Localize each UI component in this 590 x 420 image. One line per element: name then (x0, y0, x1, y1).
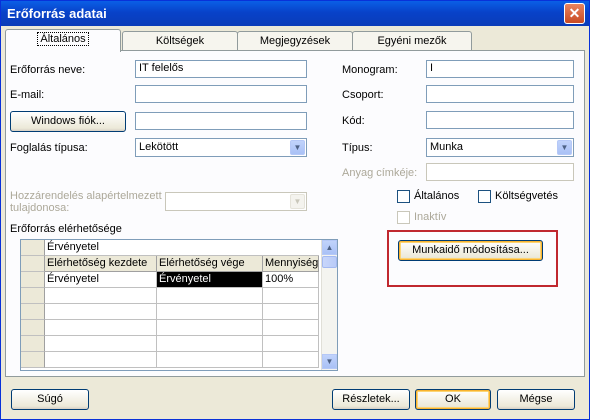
type-label: Típus: (342, 142, 373, 154)
row-header[interactable] (21, 352, 45, 368)
grid-edit-bar[interactable]: Érvényetel (45, 240, 319, 256)
column-header-quantity[interactable]: Mennyiség (263, 256, 319, 272)
tab-notes[interactable]: Megjegyzések (237, 31, 353, 51)
inactive-checkbox[interactable] (397, 211, 410, 224)
column-header-end[interactable]: Elérhetőség vége (157, 256, 263, 272)
window-title: Erőforrás adatai (7, 6, 107, 21)
chevron-down-icon: ▼ (290, 194, 305, 209)
row-header[interactable] (21, 304, 45, 320)
tab-custom-fields-label: Egyéni mezők (377, 35, 447, 47)
grid-cell[interactable] (263, 320, 319, 336)
chevron-down-icon: ▼ (557, 140, 572, 155)
grid-scrollbar[interactable]: ▲ ▼ (321, 240, 337, 370)
grid-cell[interactable] (45, 304, 157, 320)
windows-account-input[interactable] (135, 112, 307, 130)
generic-checkbox[interactable] (397, 190, 410, 203)
tab-costs-label: Költségek (155, 35, 205, 47)
tab-general-label: Általános (37, 32, 89, 46)
cancel-button[interactable]: Mégse (497, 389, 575, 410)
grid-cell[interactable] (157, 304, 263, 320)
grid-cell[interactable] (157, 288, 263, 304)
type-value: Munka (430, 141, 464, 153)
resource-availability-label: Erőforrás elérhetősége (10, 223, 122, 235)
windows-account-button[interactable]: Windows fiók... (10, 111, 126, 132)
booking-type-select[interactable]: Lekötött ▼ (135, 138, 307, 157)
resource-info-dialog: Erőforrás adatai ✕ Általános Költségek M… (0, 0, 590, 420)
budget-label: Költségvetés (495, 190, 558, 202)
assignment-owner-select[interactable]: ▼ (165, 192, 307, 211)
availability-grid: Érvényetel Elérhetőség kezdete Elérhetős… (20, 239, 338, 371)
email-label: E-mail: (10, 89, 45, 101)
ok-button[interactable]: OK (415, 389, 491, 410)
grid-cell[interactable] (157, 352, 263, 368)
grid-cell[interactable] (157, 320, 263, 336)
material-label: Anyag címkéje: (342, 167, 418, 179)
grid-cell[interactable] (45, 288, 157, 304)
change-working-time-button[interactable]: Munkaidő módosítása... (398, 240, 543, 261)
initials-label: Monogram: (342, 64, 398, 76)
booking-type-value: Lekötött (139, 141, 179, 153)
code-label: Kód: (342, 115, 365, 127)
resource-name-label: Erőforrás neve: (10, 64, 86, 76)
assignment-owner-label-line1: Hozzárendelés alapértelmezett (10, 190, 162, 202)
type-select[interactable]: Munka ▼ (426, 138, 574, 157)
group-label: Csoport: (342, 89, 384, 101)
chevron-down-icon: ▼ (290, 140, 305, 155)
close-button[interactable]: ✕ (564, 3, 585, 24)
title-bar: Erőforrás adatai ✕ (1, 1, 589, 26)
grid-cell[interactable] (263, 288, 319, 304)
tab-general[interactable]: Általános (5, 29, 121, 52)
assignment-owner-label-line2: tulajdonosa: (10, 202, 70, 214)
grid-cell[interactable] (263, 336, 319, 352)
material-input[interactable] (426, 163, 574, 181)
scroll-down-icon[interactable]: ▼ (322, 354, 337, 369)
cell-end[interactable]: Érvényetel (157, 272, 263, 288)
tab-costs[interactable]: Költségek (122, 31, 238, 51)
grid-cell[interactable] (45, 320, 157, 336)
grid-cell[interactable] (157, 336, 263, 352)
initials-input[interactable]: I (426, 60, 574, 78)
grid-cell[interactable] (45, 336, 157, 352)
tab-custom-fields[interactable]: Egyéni mezők (352, 31, 472, 51)
column-header-start[interactable]: Elérhetőség kezdete (45, 256, 157, 272)
scroll-thumb[interactable] (322, 256, 337, 268)
grid-header-rowhead (21, 256, 45, 272)
cell-quantity[interactable]: 100% (263, 272, 319, 288)
row-header[interactable] (21, 272, 45, 288)
grid-cell[interactable] (263, 352, 319, 368)
details-button[interactable]: Részletek... (332, 389, 410, 410)
budget-checkbox[interactable] (478, 190, 491, 203)
row-header[interactable] (21, 288, 45, 304)
close-icon: ✕ (568, 5, 581, 21)
grid-corner (21, 240, 45, 256)
tab-notes-label: Megjegyzések (259, 35, 331, 47)
inactive-label: Inaktív (414, 211, 447, 223)
cell-start[interactable]: Érvényetel (45, 272, 157, 288)
generic-label: Általános (414, 190, 460, 202)
email-input[interactable] (135, 85, 307, 103)
code-input[interactable] (426, 111, 574, 129)
help-button[interactable]: Súgó (11, 389, 89, 410)
booking-type-label: Foglalás típusa: (10, 142, 88, 154)
resource-name-input[interactable]: IT felelős (135, 60, 307, 78)
group-input[interactable] (426, 85, 574, 103)
tab-strip: Általános Költségek Megjegyzések Egyéni … (5, 29, 585, 52)
scroll-up-icon[interactable]: ▲ (322, 240, 337, 255)
grid-cell[interactable] (263, 304, 319, 320)
row-header[interactable] (21, 320, 45, 336)
grid-cell[interactable] (45, 352, 157, 368)
row-header[interactable] (21, 336, 45, 352)
